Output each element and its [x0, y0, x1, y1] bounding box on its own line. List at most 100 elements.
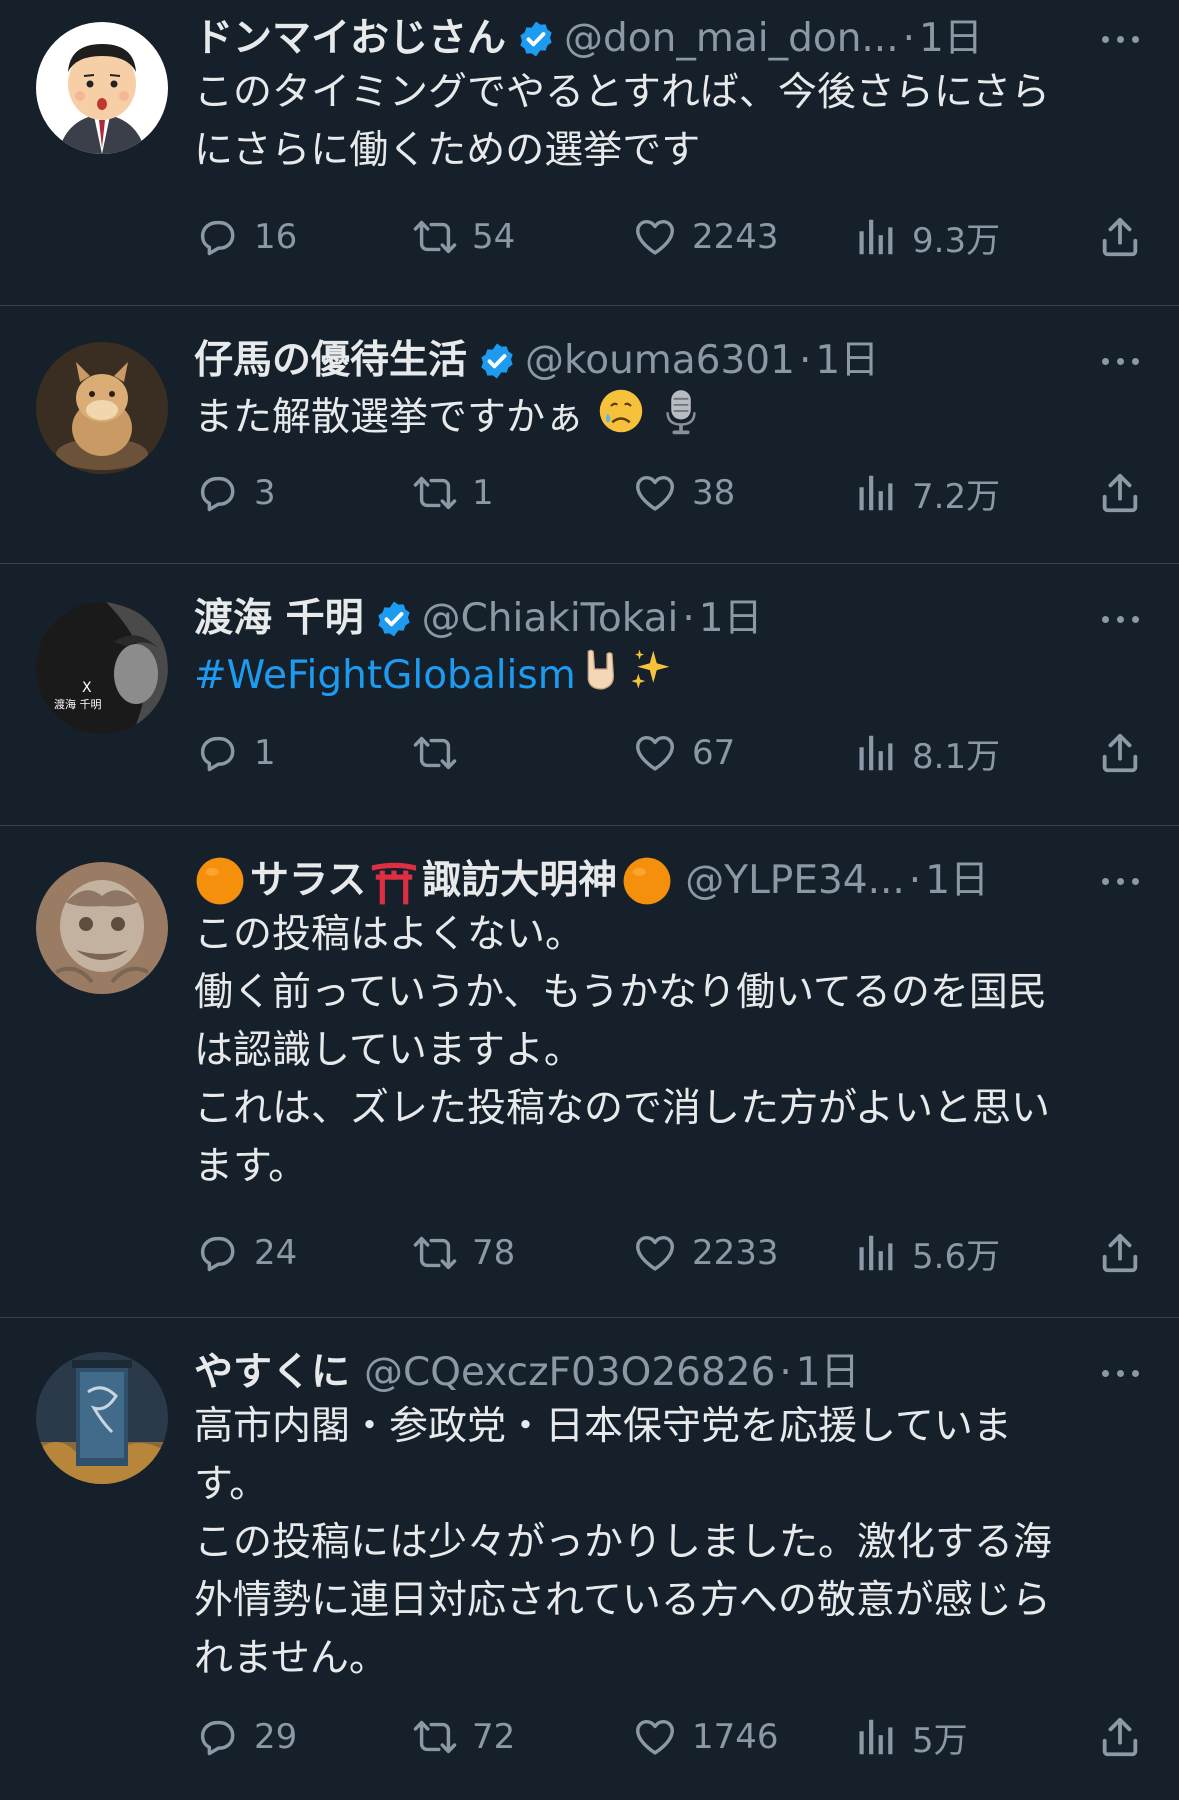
retweet-button[interactable]: 78: [412, 1228, 515, 1278]
reply-count: 1: [254, 733, 276, 773]
reply-count: 3: [254, 473, 276, 513]
views-button[interactable]: 5.6万: [852, 1228, 1000, 1278]
avatar-x-logo: X: [82, 680, 92, 696]
tweet-text: この投稿はよくない。 働く前っていうか、もうかなり働いてるのを国民 は認識してい…: [194, 906, 1143, 1196]
share-button[interactable]: [1097, 1228, 1143, 1278]
user-avatar[interactable]: [36, 342, 168, 474]
user-handle[interactable]: @CQexczF03O26826: [364, 1348, 775, 1398]
retweet-count: 78: [472, 1233, 516, 1273]
reply-icon: [200, 1236, 235, 1272]
user-avatar[interactable]: X 渡海 千明: [36, 602, 168, 734]
tweet-actions: 29 72 1746 5万: [194, 1712, 1143, 1762]
tweet-item[interactable]: やすくに @CQexczF03O26826 · 1日 高市内閣・参政党・日本保守…: [0, 1318, 1179, 1800]
tweet-item[interactable]: サラス 諏訪大明神 @YLPE34... · 1日 この投稿はよくない。 働く前…: [0, 826, 1179, 1318]
retweet-button[interactable]: 1: [412, 468, 494, 518]
share-button[interactable]: [1097, 468, 1143, 518]
share-icon: [1102, 733, 1138, 773]
timestamp[interactable]: 1日: [815, 336, 879, 386]
display-name-suffix[interactable]: 諏訪大明神: [422, 856, 617, 906]
retweet-button[interactable]: [412, 728, 472, 778]
user-handle[interactable]: @kouma6301: [525, 336, 795, 386]
analytics-icon: [859, 219, 893, 255]
verified-badge-icon: [481, 343, 513, 379]
display-name[interactable]: 仔馬の優待生活: [194, 336, 467, 386]
more-options-icon[interactable]: [1102, 357, 1143, 365]
analytics-icon: [859, 475, 893, 511]
heart-icon: [636, 219, 674, 255]
views-button[interactable]: 8.1万: [852, 728, 1000, 778]
reply-count: 29: [254, 1717, 298, 1757]
separator-dot: ·: [798, 338, 812, 383]
share-button[interactable]: [1097, 728, 1143, 778]
user-avatar[interactable]: [36, 1352, 168, 1484]
more-options-icon[interactable]: [1102, 1369, 1143, 1377]
retweet-count: 1: [472, 473, 494, 513]
analytics-icon: [859, 1235, 893, 1271]
retweet-count: 54: [472, 217, 516, 257]
separator-dot: ·: [902, 16, 916, 61]
views-button[interactable]: 5万: [852, 1712, 968, 1762]
reply-button[interactable]: 29: [194, 1712, 297, 1762]
tweet-text-body: このタイミングでやるとすれば、今後さらにさら にさらに働くための選挙です: [194, 70, 1051, 173]
views-count: 9.3万: [912, 220, 1001, 261]
reply-button[interactable]: 3: [194, 468, 276, 518]
like-button[interactable]: 2243: [632, 212, 779, 262]
display-name[interactable]: ドンマイおじさん: [194, 14, 506, 64]
like-button[interactable]: 67: [632, 728, 735, 778]
tweet-item[interactable]: ドンマイおじさん @don_mai_don... · 1日 このタイミングでやる…: [0, 0, 1179, 306]
user-handle[interactable]: @YLPE34...: [685, 856, 905, 906]
share-button[interactable]: [1097, 1712, 1143, 1762]
more-options-icon[interactable]: [1102, 615, 1143, 623]
timestamp[interactable]: 1日: [925, 856, 989, 906]
display-name[interactable]: やすくに: [194, 1348, 350, 1398]
share-button[interactable]: [1097, 212, 1143, 262]
more-options-icon[interactable]: [1102, 35, 1143, 43]
tweet-header: 仔馬の優待生活 @kouma6301 · 1日: [194, 336, 1143, 386]
hashtag-link[interactable]: #WeFightGlobalism: [194, 653, 576, 698]
like-count: 1746: [692, 1717, 779, 1757]
reply-icon: [200, 736, 235, 772]
like-count: 67: [692, 733, 736, 773]
views-button[interactable]: 7.2万: [852, 468, 1000, 518]
reply-button[interactable]: 16: [194, 212, 297, 262]
tweet-item[interactable]: X 渡海 千明 渡海 千明 @ChiakiTokai · 1日 #WeFight…: [0, 564, 1179, 826]
user-avatar[interactable]: [36, 862, 168, 994]
display-name[interactable]: 渡海 千明: [194, 594, 364, 644]
heart-icon: [636, 1719, 674, 1755]
timestamp[interactable]: 1日: [699, 594, 763, 644]
reply-count: 24: [254, 1233, 298, 1273]
retweet-button[interactable]: 72: [412, 1712, 515, 1762]
retweet-button[interactable]: 54: [412, 212, 515, 262]
avatar-caption: 渡海 千明: [54, 697, 102, 711]
separator-dot: ·: [682, 596, 695, 641]
verified-badge-icon: [520, 21, 552, 57]
tweet-actions: 24 78 2233 5.6万: [194, 1228, 1143, 1278]
heart-icon: [636, 735, 674, 771]
views-count: 8.1万: [912, 736, 1001, 777]
like-button[interactable]: 1746: [632, 1712, 779, 1762]
like-button[interactable]: 2233: [632, 1228, 779, 1278]
horns-hand-emoji-icon: [587, 649, 614, 690]
display-name[interactable]: サラス: [250, 856, 366, 906]
user-handle[interactable]: @don_mai_don...: [564, 14, 899, 64]
retweet-icon: [413, 220, 457, 254]
reply-button[interactable]: 1: [194, 728, 276, 778]
tweet-item[interactable]: 仔馬の優待生活 @kouma6301 · 1日 また解散選挙ですかぁ 3 1 3…: [0, 306, 1179, 564]
user-handle[interactable]: @ChiakiTokai: [422, 594, 679, 644]
timeline-feed: ドンマイおじさん @don_mai_don... · 1日 このタイミングでやる…: [0, 0, 1179, 1800]
more-options-icon[interactable]: [1102, 877, 1143, 885]
separator-dot: ·: [779, 1350, 792, 1395]
timestamp[interactable]: 1日: [796, 1348, 860, 1398]
sparkles-emoji-icon: [631, 649, 670, 689]
timestamp[interactable]: 1日: [919, 14, 983, 64]
like-button[interactable]: 38: [632, 468, 735, 518]
views-button[interactable]: 9.3万: [852, 212, 1000, 262]
dragon-carving-avatar-icon: [36, 862, 168, 994]
portrait-avatar-icon: X 渡海 千明: [36, 602, 168, 734]
tweet-header: 渡海 千明 @ChiakiTokai · 1日: [194, 594, 1143, 644]
user-avatar[interactable]: [36, 22, 168, 154]
retweet-icon: [413, 1236, 457, 1270]
reply-icon: [200, 220, 235, 256]
tweet-actions: 3 1 38 7.2万: [194, 468, 1143, 518]
reply-button[interactable]: 24: [194, 1228, 297, 1278]
